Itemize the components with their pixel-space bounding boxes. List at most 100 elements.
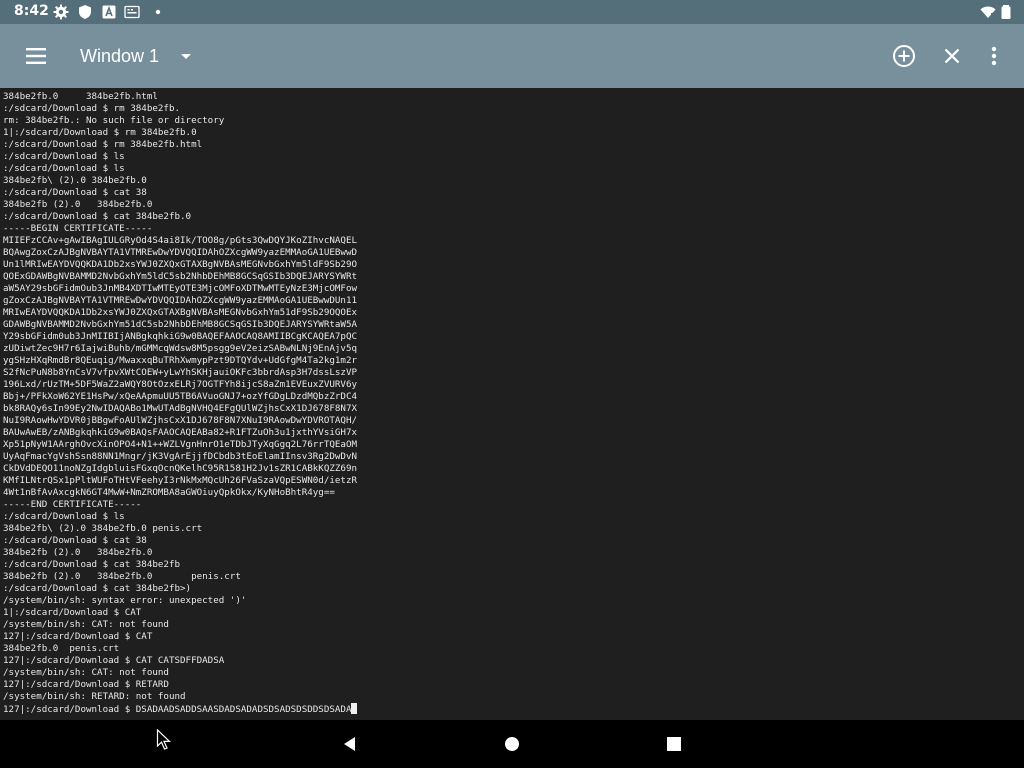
terminal-line-text: KMfILNtrQSx1pPltWUFoTHtVFeehyI3rNkMxMQcU…	[3, 475, 358, 486]
terminal-line-text: bk8RAQy6sIn99Ey2NwIDAQABo1MwUTAdBgNVHQ4E…	[3, 403, 358, 414]
hamburger-menu-icon[interactable]	[18, 38, 54, 74]
terminal-line-text: aW5AY29sbGFidmOub3JnMB4XDTIwMTEyOTE3MjcO…	[3, 283, 358, 294]
terminal-line-text: :/sdcard/Download $ rm 384be2fb.html	[3, 139, 203, 150]
terminal-line-text: /system/bin/sh: syntax error: unexpected…	[3, 595, 247, 606]
dot-icon	[155, 9, 161, 15]
terminal-line-text: 1|:/sdcard/Download $ CAT	[3, 607, 142, 618]
terminal-line-text: Xp51pNyW1AArghOvcXinOPO4+N1++WZLVgnHnrO1…	[3, 439, 358, 450]
terminal-line: 127|:/sdcard/Download $ CAT CATSDFFDADSA	[3, 655, 357, 667]
terminal-line: 1|:/sdcard/Download $ CAT	[3, 607, 357, 619]
terminal-line-text: -----BEGIN CERTIFICATE-----	[3, 223, 153, 234]
add-window-icon[interactable]	[890, 42, 918, 70]
terminal-line: rm: 384be2fb.: No such file or directory	[3, 115, 357, 127]
terminal-line: KMfILNtrQSx1pPltWUFoTHtVFeehyI3rNkMxMQcU…	[3, 475, 357, 487]
window-title[interactable]: Window 1	[80, 46, 159, 67]
terminal-line: BQAwgZoxCzAJBgNVBAYTA1VTMREwDwYDVQQIDAhO…	[3, 247, 357, 259]
terminal-line: :/sdcard/Download $ cat 38	[3, 187, 357, 199]
terminal-line-text: 384be2fb.0 384be2fb.html	[3, 91, 158, 102]
keyboard-icon	[124, 5, 140, 19]
terminal-line-text: 384be2fb.0 penis.crt	[3, 643, 120, 654]
shield-icon	[79, 5, 91, 19]
terminal-line-text: gZoxCzAJBgNVBAYTA1VTMREwDwYDVQQIDAhOZXcg…	[3, 295, 358, 306]
terminal-line-text: 127|:/sdcard/Download $ RETARD	[3, 679, 169, 690]
terminal-line-text: :/sdcard/Download $ ls	[3, 511, 125, 522]
terminal-line: :/sdcard/Download $ cat 384be2fb.0	[3, 211, 357, 223]
terminal-line-text: :/sdcard/Download $ ls	[3, 163, 125, 174]
terminal-line: 384be2fb\ (2).0 384be2fb.0 penis.crt	[3, 523, 357, 535]
terminal-line-text: NuI9RAowHwYDVR0jBBgwFoAUlWZjhsCxX1DJ678F…	[3, 415, 358, 426]
terminal-line-text: zUDiwtZec9H7r6IajwiBuhb/mGMMcqWdsw8M5psg…	[3, 343, 358, 354]
terminal-line: ygSHzHXqRmdBr8QEuqig/MwaxxqBuTRhXwmypPzt…	[3, 355, 357, 367]
terminal-line-text: /system/bin/sh: CAT: not found	[3, 667, 169, 678]
terminal-line-text: ygSHzHXqRmdBr8QEuqig/MwaxxqBuTRhXwmypPzt…	[3, 355, 358, 366]
terminal-line: /system/bin/sh: RETARD: not found	[3, 691, 357, 703]
terminal-line-text: -----END CERTIFICATE-----	[3, 499, 142, 510]
status-time: 8:42	[14, 3, 49, 19]
terminal-line-text: :/sdcard/Download $ cat 384be2fb>)	[3, 583, 192, 594]
terminal-line-text: /system/bin/sh: CAT: not found	[3, 619, 169, 630]
back-icon[interactable]	[338, 732, 362, 756]
terminal-line-text: :/sdcard/Download $ cat 38	[3, 187, 147, 198]
terminal-line: QOExGDAWBgNVBAMMD2NvbGxhYm5ldC5sb2NhbDEh…	[3, 271, 357, 283]
text-cursor	[351, 703, 358, 714]
terminal-line: bk8RAQy6sIn99Ey2NwIDAQABo1MwUTAdBgNVHQ4E…	[3, 403, 357, 415]
terminal-line: Xp51pNyW1AArghOvcXinOPO4+N1++WZLVgnHnrO1…	[3, 439, 357, 451]
terminal-line: zUDiwtZec9H7r6IajwiBuhb/mGMMcqWdsw8M5psg…	[3, 343, 357, 355]
wifi-icon	[980, 6, 996, 18]
terminal-line: 127|:/sdcard/Download $ CAT	[3, 631, 357, 643]
more-vert-icon[interactable]	[980, 42, 1008, 70]
terminal-line-text: 384be2fb (2).0 384be2fb.0	[3, 547, 153, 558]
font-icon	[102, 5, 116, 19]
gear-icon	[53, 4, 69, 20]
terminal-line: UyAqFmacYgVshSsn88NN1Mngr/jK3VgArEjjfDCb…	[3, 451, 357, 463]
terminal-line: /system/bin/sh: syntax error: unexpected…	[3, 595, 357, 607]
terminal-view[interactable]: 384be2fb.0 384be2fb.html:/sdcard/Downloa…	[0, 88, 1024, 720]
terminal-line-text: 384be2fb\ (2).0 384be2fb.0 penis.crt	[3, 523, 203, 534]
close-icon[interactable]	[938, 42, 966, 70]
terminal-line-text: Bbj+/PFkXoW62YE1HsPw/xQeAApmuUU5TB6AVuoG…	[3, 391, 358, 402]
terminal-line: Bbj+/PFkXoW62YE1HsPw/xQeAApmuUU5TB6AVuoG…	[3, 391, 357, 403]
terminal-line: :/sdcard/Download $ ls	[3, 511, 357, 523]
terminal-line: 127|:/sdcard/Download $ RETARD	[3, 679, 357, 691]
terminal-line: GDAWBgNVBAMMD2NvbGxhYm51dC5sb2NhbDEhMB8G…	[3, 319, 357, 331]
dropdown-arrow-icon[interactable]	[174, 44, 198, 68]
terminal-line: 1|:/sdcard/Download $ rm 384be2fb.0	[3, 127, 357, 139]
terminal-line-text: QOExGDAWBgNVBAMMD2NvbGxhYm5ldC5sb2NhbDEh…	[3, 271, 358, 282]
terminal-line-text: 4Wt1nBfAvAxcgkN6GT4MwW+NmZROMBA8aGWOiuyQ…	[3, 487, 335, 498]
terminal-line: /system/bin/sh: CAT: not found	[3, 619, 357, 631]
terminal-line-text: 384be2fb (2).0 384be2fb.0	[3, 199, 153, 210]
terminal-line: Un1lMRIwEAYDVQQKDA1Db2xsYWJ0ZXQxGTAXBgNV…	[3, 259, 357, 271]
terminal-line: 196Lxd/rUzTM+5DF5WaZ2aWQY8OtOzxELRj7OGTF…	[3, 379, 357, 391]
terminal-line: 384be2fb.0 384be2fb.html	[3, 91, 357, 103]
terminal-line: /system/bin/sh: CAT: not found	[3, 667, 357, 679]
terminal-line: 384be2fb\ (2).0 384be2fb.0	[3, 175, 357, 187]
terminal-line-text: :/sdcard/Download $ cat 38	[3, 535, 147, 546]
terminal-line: S2fNcPuN8b8YnCsV7vfpvXWtCOEW+yLwYhSKHjau…	[3, 367, 357, 379]
terminal-line: 384be2fb (2).0 384be2fb.0	[3, 547, 357, 559]
terminal-line-text: 384be2fb (2).0 384be2fb.0 penis.crt	[3, 571, 241, 582]
terminal-line: 4Wt1nBfAvAxcgkN6GT4MwW+NmZROMBA8aGWOiuyQ…	[3, 487, 357, 499]
terminal-line: :/sdcard/Download $ rm 384be2fb.html	[3, 139, 357, 151]
terminal-line-text: BQAwgZoxCzAJBgNVBAYTA1VTMREwDwYDVQQIDAhO…	[3, 247, 358, 258]
terminal-line-text: CkDVdDEQO11noNZgIdgbluisFGxqOcnQKelhC95R…	[3, 463, 358, 474]
terminal-line: :/sdcard/Download $ cat 38	[3, 535, 357, 547]
terminal-output: 384be2fb.0 384be2fb.html:/sdcard/Downloa…	[3, 91, 358, 715]
terminal-line: NuI9RAowHwYDVR0jBBgwFoAUlWZjhsCxX1DJ678F…	[3, 415, 357, 427]
home-icon[interactable]	[500, 732, 524, 756]
terminal-line-text: 127|:/sdcard/Download $ CAT CATSDFFDADSA	[3, 655, 225, 666]
terminal-line: 384be2fb.0 penis.crt	[3, 643, 357, 655]
recents-icon[interactable]	[662, 732, 686, 756]
terminal-line-text: MIIEFzCCAv+gAwIBAgIULGRyOd4S4ai8Ik/TOO8g…	[3, 235, 358, 246]
terminal-line-text: UyAqFmacYgVshSsn88NN1Mngr/jK3VgArEjjfDCb…	[3, 451, 358, 462]
terminal-line-text: S2fNcPuN8b8YnCsV7vfpvXWtCOEW+yLwYhSKHjau…	[3, 367, 358, 378]
terminal-line: :/sdcard/Download $ cat 384be2fb	[3, 559, 357, 571]
terminal-line: :/sdcard/Download $ rm 384be2fb.	[3, 103, 357, 115]
terminal-line-text: 127|:/sdcard/Download $ CAT	[3, 631, 153, 642]
terminal-line-text: 127|:/sdcard/Download $ DSADAADSADDSAASD…	[3, 704, 352, 715]
status-bar: 8:42	[0, 0, 1024, 24]
terminal-line-text: 1|:/sdcard/Download $ rm 384be2fb.0	[3, 127, 197, 138]
terminal-line: CkDVdDEQO11noNZgIdgbluisFGxqOcnQKelhC95R…	[3, 463, 357, 475]
terminal-line: Y29sbGFidm0ub3JnMIIBIjANBgkqhkiG9w0BAQEF…	[3, 331, 357, 343]
terminal-line: -----END CERTIFICATE-----	[3, 499, 357, 511]
mouse-pointer-icon	[156, 729, 172, 750]
